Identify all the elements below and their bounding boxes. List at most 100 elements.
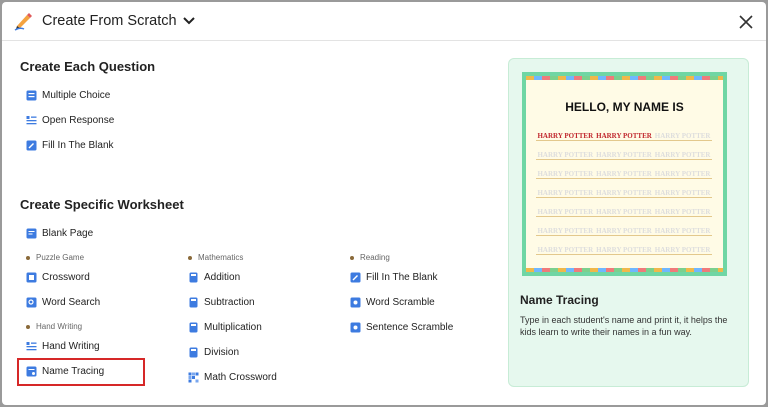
- trace-name: HARRY POTTER: [537, 170, 594, 178]
- trace-name: HARRY POTTER: [654, 246, 711, 254]
- option-label: Name Tracing: [42, 365, 105, 377]
- edit-icon: [350, 272, 361, 282]
- option-label: Addition: [204, 271, 241, 283]
- crossword-option[interactable]: Crossword: [26, 268, 90, 286]
- trace-row: HARRY POTTER HARRY POTTER HARRY POTTER: [536, 132, 712, 141]
- calculator-icon: [189, 347, 198, 357]
- trace-name: HARRY POTTER: [537, 132, 594, 140]
- page-icon: [26, 228, 37, 238]
- trace-row: HARRY POTTER HARRY POTTER HARRY POTTER: [536, 208, 712, 217]
- worksheet-page: HELLO, MY NAME IS HARRY POTTER HARRY POTT…: [526, 76, 723, 272]
- trace-name: HARRY POTTER: [537, 246, 594, 254]
- puzzle-game-category: Puzzle Game: [26, 253, 84, 262]
- option-label: Blank Page: [42, 227, 94, 239]
- trace-name: HARRY POTTER: [654, 208, 711, 216]
- trace-name: HARRY POTTER: [654, 132, 711, 140]
- option-label: Fill In The Blank: [366, 271, 438, 283]
- name-tag-icon: [26, 366, 37, 376]
- word-search-option[interactable]: Word Search: [26, 293, 100, 311]
- division-option[interactable]: Division: [188, 343, 239, 361]
- trace-row: HARRY POTTER HARRY POTTER HARRY POTTER: [536, 189, 712, 198]
- puzzle-icon: [26, 272, 37, 282]
- shuffle-icon: [350, 322, 361, 332]
- trace-name: HARRY POTTER: [537, 208, 594, 216]
- category-label: Mathematics: [198, 253, 244, 262]
- preview-description: Type in each student's name and print it…: [520, 315, 728, 337]
- pencil-icon: [14, 13, 32, 31]
- trace-name: HARRY POTTER: [537, 227, 594, 235]
- subtraction-option[interactable]: Subtraction: [188, 293, 255, 311]
- chevron-down-icon[interactable]: [182, 15, 196, 27]
- close-icon[interactable]: [738, 14, 754, 30]
- name-tracing-option[interactable]: Name Tracing: [26, 362, 104, 380]
- option-label: Multiplication: [204, 321, 262, 333]
- addition-option[interactable]: Addition: [188, 268, 240, 286]
- create-specific-worksheet-heading: Create Specific Worksheet: [20, 197, 184, 212]
- category-label: Reading: [360, 253, 390, 262]
- trace-name: HARRY POTTER: [654, 189, 711, 197]
- option-label: Multiple Choice: [42, 89, 111, 101]
- option-label: Crossword: [42, 271, 90, 283]
- calculator-icon: [189, 322, 198, 332]
- create-each-question-heading: Create Each Question: [20, 59, 156, 74]
- mathematics-category: Mathematics: [188, 253, 243, 262]
- trace-name: HARRY POTTER: [537, 151, 594, 159]
- worksheet-preview-panel: HELLO, MY NAME IS HARRY POTTER HARRY POTT…: [508, 58, 749, 387]
- category-label: Puzzle Game: [36, 253, 85, 262]
- trace-row: HARRY POTTER HARRY POTTER HARRY POTTER: [536, 170, 712, 179]
- trace-name: HARRY POTTER: [596, 170, 652, 178]
- decorative-border-top: [526, 76, 723, 80]
- trace-name: HARRY POTTER: [537, 189, 594, 197]
- multiplication-option[interactable]: Multiplication: [188, 318, 262, 336]
- word-scramble-option[interactable]: Word Scramble: [350, 293, 435, 311]
- reading-fill-in-the-blank-option[interactable]: Fill In The Blank: [350, 268, 438, 286]
- hand-writing-option[interactable]: Hand Writing: [26, 337, 100, 355]
- worksheet-thumbnail: HELLO, MY NAME IS HARRY POTTER HARRY POTT…: [522, 72, 727, 276]
- sentence-scramble-option[interactable]: Sentence Scramble: [350, 318, 453, 336]
- text-lines-icon: [26, 341, 37, 350]
- trace-row: HARRY POTTER HARRY POTTER HARRY POTTER: [536, 246, 712, 255]
- option-label: Word Search: [42, 296, 101, 308]
- open-response-option[interactable]: Open Response: [26, 111, 114, 129]
- option-label: Hand Writing: [42, 340, 100, 352]
- reading-category: Reading: [350, 253, 390, 262]
- option-label: Fill In The Blank: [42, 139, 114, 151]
- trace-name: HARRY POTTER: [596, 208, 652, 216]
- trace-name: HARRY POTTER: [596, 227, 652, 235]
- trace-name: HARRY POTTER: [596, 189, 652, 197]
- decorative-border-bottom: [526, 268, 723, 272]
- option-label: Subtraction: [204, 296, 255, 308]
- calculator-icon: [189, 272, 198, 282]
- create-from-scratch-dialog: Create From Scratch Create Each Question…: [2, 2, 766, 405]
- blank-page-option[interactable]: Blank Page: [26, 224, 93, 242]
- trace-name: HARRY POTTER: [596, 132, 652, 140]
- trace-name: HARRY POTTER: [596, 151, 652, 159]
- trace-name: HARRY POTTER: [654, 170, 711, 178]
- edit-icon: [26, 140, 37, 150]
- trace-name: HARRY POTTER: [654, 227, 711, 235]
- calculator-icon: [189, 297, 198, 307]
- multiple-choice-option[interactable]: Multiple Choice: [26, 86, 110, 104]
- text-lines-icon: [26, 115, 37, 124]
- option-label: Division: [204, 346, 240, 358]
- math-crossword-option[interactable]: Math Crossword: [188, 368, 277, 386]
- dialog-header: Create From Scratch: [2, 2, 766, 41]
- option-label: Sentence Scramble: [366, 321, 454, 333]
- trace-row: HARRY POTTER HARRY POTTER HARRY POTTER: [536, 151, 712, 160]
- dialog-title: Create From Scratch: [42, 13, 177, 29]
- worksheet-heading: HELLO, MY NAME IS: [565, 100, 684, 114]
- bullet-dot: [350, 255, 354, 260]
- fill-in-the-blank-option[interactable]: Fill In The Blank: [26, 136, 114, 154]
- option-label: Open Response: [42, 114, 115, 126]
- bullet-dot: [188, 255, 192, 260]
- hand-writing-category: Hand Writing: [26, 322, 82, 331]
- search-icon: [26, 297, 37, 307]
- category-label: Hand Writing: [36, 322, 83, 331]
- trace-name: HARRY POTTER: [596, 246, 652, 254]
- bullet-dot: [26, 255, 30, 260]
- list-icon: [26, 90, 37, 100]
- option-label: Math Crossword: [204, 371, 277, 383]
- preview-title: Name Tracing: [520, 293, 599, 307]
- shuffle-icon: [350, 297, 361, 307]
- trace-name: HARRY POTTER: [654, 151, 711, 159]
